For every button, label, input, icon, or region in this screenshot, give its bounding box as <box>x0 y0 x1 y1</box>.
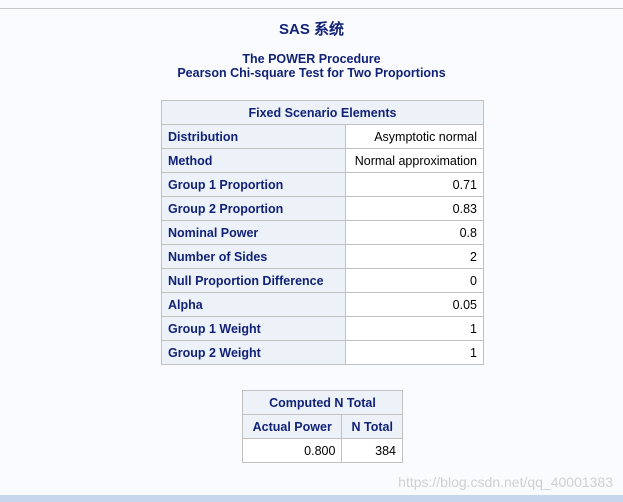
watermark-url: https://blog.csdn.net/qq_40001383 <box>398 474 613 490</box>
row-label: Nominal Power <box>160 220 347 245</box>
row-value: 2 <box>345 244 484 269</box>
row-value: Asymptotic normal <box>345 124 484 149</box>
table-row: Group 1 Weight 1 <box>160 316 484 341</box>
table-row: Nominal Power 0.8 <box>160 220 484 245</box>
row-value: 1 <box>345 316 484 341</box>
table-caption-row: Computed N Total <box>242 390 403 415</box>
row-value: 0.83 <box>345 196 484 221</box>
row-label: Number of Sides <box>160 244 347 269</box>
row-label: Group 1 Proportion <box>160 172 347 197</box>
table-row: Group 2 Weight 1 <box>160 340 484 365</box>
table-row: 0.800 384 <box>241 438 403 463</box>
column-header-actual-power: Actual Power <box>241 414 343 439</box>
fixed-scenario-table: Fixed Scenario Elements Distribution Asy… <box>160 100 484 365</box>
row-label: Alpha <box>160 292 347 317</box>
page-title: SAS 系统 <box>278 21 344 38</box>
top-divider <box>0 8 623 9</box>
table-row: Group 1 Proportion 0.71 <box>160 172 484 197</box>
row-value: 1 <box>345 340 484 365</box>
n-total-value: 384 <box>341 438 403 463</box>
table-caption-row: Fixed Scenario Elements <box>161 100 484 125</box>
computed-table-caption: Computed N Total <box>242 390 403 415</box>
row-label: Method <box>160 148 347 173</box>
fixed-table-caption: Fixed Scenario Elements <box>161 100 484 125</box>
row-label: Null Proportion Difference <box>160 268 347 293</box>
row-label: Group 1 Weight <box>160 316 347 341</box>
table-row: Group 2 Proportion 0.83 <box>160 196 484 221</box>
table-row: Number of Sides 2 <box>160 244 484 269</box>
table-row: Alpha 0.05 <box>160 292 484 317</box>
row-value: Normal approximation <box>345 148 484 173</box>
procedure-title: The POWER Procedure <box>242 52 381 66</box>
row-label: Group 2 Weight <box>160 340 347 365</box>
row-label: Distribution <box>160 124 347 149</box>
test-title: Pearson Chi-square Test for Two Proporti… <box>177 66 446 80</box>
actual-power-value: 0.800 <box>241 438 343 463</box>
bottom-status-bar <box>0 495 623 502</box>
computed-n-total-table: Computed N Total Actual Power N Total 0.… <box>241 390 403 463</box>
column-header-n-total: N Total <box>341 414 403 439</box>
row-value: 0.71 <box>345 172 484 197</box>
row-value: 0.8 <box>345 220 484 245</box>
row-value: 0 <box>345 268 484 293</box>
row-value: 0.05 <box>345 292 484 317</box>
table-row: Null Proportion Difference 0 <box>160 268 484 293</box>
table-header-row: Actual Power N Total <box>241 414 403 439</box>
table-row: Method Normal approximation <box>160 148 484 173</box>
table-row: Distribution Asymptotic normal <box>160 124 484 149</box>
row-label: Group 2 Proportion <box>160 196 347 221</box>
